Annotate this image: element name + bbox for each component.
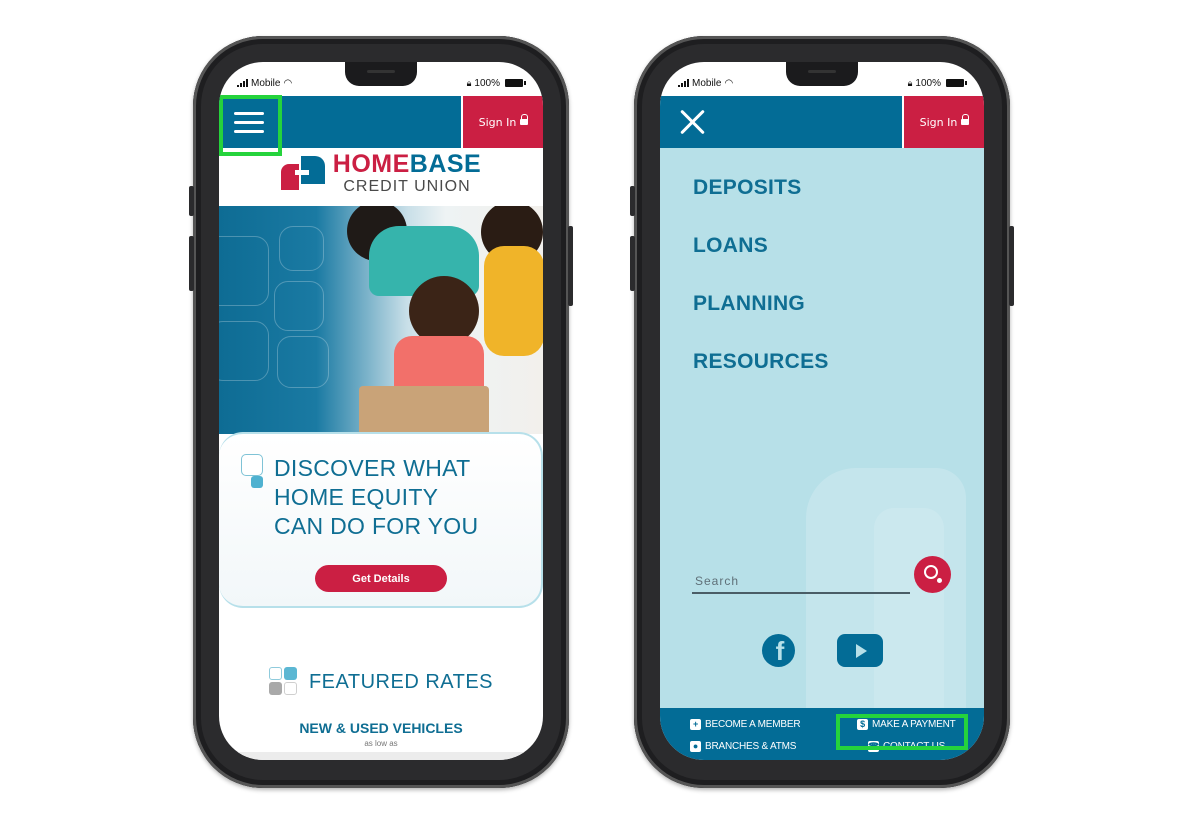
featured-rates-heading: FEATURED RATES — [219, 667, 543, 697]
rate-category: NEW & USED VEHICLES — [299, 720, 463, 736]
promo-title-line: CAN DO FOR YOU — [274, 513, 479, 539]
wifi-icon: ◠ — [724, 77, 734, 89]
mute-switch — [630, 186, 635, 216]
watermark-logo-inner — [874, 508, 944, 708]
hamburger-line — [234, 120, 264, 124]
nav-menu-panel: DEPOSITS LOANS PLANNING RESOURCES — [660, 148, 984, 708]
phone-icon: ☎ — [868, 741, 880, 752]
logo-text-base: BASE — [409, 149, 482, 178]
logo-subtitle: CREDIT UNION — [343, 177, 471, 195]
search-icon — [924, 565, 938, 579]
battery-icon — [505, 79, 526, 87]
phone-frame-menu: Mobile ◠ 🔒︎ 100% Sign In DEPOSITS LOANS … — [630, 36, 1014, 788]
carrier-label: Mobile — [251, 77, 281, 89]
sign-in-button[interactable]: Sign In — [463, 96, 543, 148]
carrier-label: Mobile — [692, 77, 722, 89]
logo-text-home: HOME — [332, 149, 410, 178]
menu-item-planning[interactable]: PLANNING — [693, 284, 829, 342]
power-button — [568, 226, 573, 306]
battery-percentage: 100% — [915, 77, 941, 89]
search-icon-handle — [937, 578, 942, 583]
plus-icon: + — [690, 719, 701, 730]
hamburger-menu-button[interactable] — [227, 99, 273, 145]
branches-atms-link[interactable]: ● BRANCHES & ATMS — [690, 741, 796, 752]
youtube-icon[interactable] — [836, 634, 883, 667]
promo-title-line: HOME EQUITY — [274, 484, 439, 510]
dollar-icon: $ — [857, 719, 868, 730]
make-payment-link[interactable]: $ MAKE A PAYMENT — [857, 719, 956, 730]
battery-percentage: 100% — [474, 77, 500, 89]
mute-switch — [189, 186, 194, 216]
location-icon: ● — [690, 741, 701, 752]
homebase-logo[interactable]: HOMEBASE CREDIT UNION — [219, 150, 543, 196]
hamburger-line — [234, 111, 264, 115]
phone-screen-menu: Mobile ◠ 🔒︎ 100% Sign In DEPOSITS LOANS … — [660, 62, 984, 760]
facebook-icon[interactable]: f — [761, 634, 795, 667]
notch — [786, 62, 858, 86]
search-button[interactable] — [914, 556, 951, 593]
get-details-button[interactable]: Get Details — [315, 565, 447, 592]
menu-item-resources[interactable]: RESOURCES — [693, 342, 829, 400]
phone-screen-home: Mobile ◠ 🔒︎ 100% Sign In HOMEBASE CREDIT… — [219, 62, 543, 760]
search-form — [692, 556, 954, 594]
phone-frame-home: Mobile ◠ 🔒︎ 100% Sign In HOMEBASE CREDIT… — [189, 36, 573, 788]
make-payment-label: MAKE A PAYMENT — [872, 719, 956, 730]
notch — [345, 62, 417, 86]
sign-in-label: Sign In — [478, 115, 517, 129]
content-fade — [219, 752, 543, 760]
site-header: Sign In — [660, 96, 984, 148]
logo-mark-icon — [280, 154, 327, 192]
power-button — [1009, 226, 1014, 306]
lock-icon — [520, 114, 529, 126]
quick-links-bar: + BECOME A MEMBER $ MAKE A PAYMENT ● BRA… — [660, 708, 984, 760]
lock-icon — [961, 114, 970, 126]
featured-rates-icon — [268, 667, 299, 697]
contact-us-label: CONTACT US — [883, 741, 946, 752]
hero-image — [219, 206, 543, 434]
rate-prefix: as low as — [364, 739, 398, 748]
signal-icon — [678, 79, 689, 87]
menu-item-deposits[interactable]: DEPOSITS — [693, 168, 829, 226]
nav-menu-list: DEPOSITS LOANS PLANNING RESOURCES — [693, 168, 829, 400]
featured-rates-title: FEATURED RATES — [308, 670, 494, 693]
wifi-icon: ◠ — [283, 77, 293, 89]
sign-in-button[interactable]: Sign In — [904, 96, 984, 148]
volume-up-button — [630, 236, 635, 291]
lock-status-icon: 🔒︎ — [466, 77, 472, 88]
site-header: Sign In — [219, 96, 543, 148]
menu-item-loans[interactable]: LOANS — [693, 226, 829, 284]
battery-icon — [946, 79, 967, 87]
promo-decor-icon — [241, 454, 267, 492]
close-menu-icon[interactable] — [678, 108, 706, 136]
volume-up-button — [189, 236, 194, 291]
sign-in-label: Sign In — [919, 115, 958, 129]
become-member-link[interactable]: + BECOME A MEMBER — [690, 719, 801, 730]
hamburger-line — [234, 129, 264, 133]
lock-status-icon: 🔒︎ — [907, 77, 913, 88]
become-member-label: BECOME A MEMBER — [705, 719, 801, 730]
promo-title: DISCOVER WHAT HOME EQUITY CAN DO FOR YOU — [274, 454, 524, 541]
search-input[interactable] — [692, 570, 910, 594]
promo-title-line: DISCOVER WHAT — [274, 455, 471, 481]
social-links: f — [660, 634, 984, 667]
signal-icon — [237, 79, 248, 87]
branches-atms-label: BRANCHES & ATMS — [705, 741, 797, 752]
contact-us-link[interactable]: ☎ CONTACT US — [868, 741, 945, 752]
